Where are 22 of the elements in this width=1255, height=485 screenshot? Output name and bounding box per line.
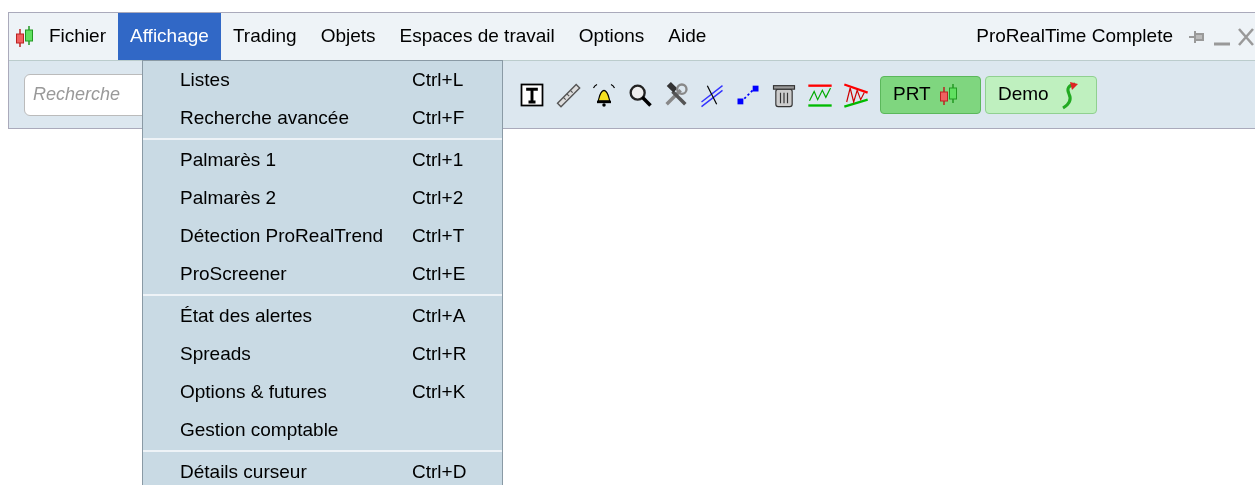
- close-icon[interactable]: [1237, 26, 1255, 47]
- menu-item[interactable]: ProScreener Ctrl+E: [143, 255, 502, 293]
- app-logo-icon: [15, 24, 35, 49]
- menu-item[interactable]: Options & futures Ctrl+K: [143, 373, 502, 411]
- menu-item[interactable]: Détection ProRealTrend Ctrl+T: [143, 217, 502, 255]
- menu-title[interactable]: Aide: [656, 13, 719, 60]
- menu-item[interactable]: Palmarès 2 Ctrl+2: [143, 179, 502, 217]
- menu-item[interactable]: État des alertes Ctrl+A: [143, 297, 502, 335]
- menu-item[interactable]: Spreads Ctrl+R: [143, 335, 502, 373]
- demo-button[interactable]: Demo: [985, 75, 1097, 114]
- menu-title[interactable]: Options: [566, 13, 657, 60]
- menu-title[interactable]: Fichier: [37, 13, 118, 60]
- menu-item[interactable]: Détails curseur Ctrl+D: [143, 453, 502, 485]
- prt-button[interactable]: PRT: [880, 75, 981, 114]
- menu-title[interactable]: Objets: [308, 13, 388, 60]
- menu-item[interactable]: Gestion comptable: [143, 411, 502, 449]
- window-title: ProRealTime Complete: [976, 24, 1173, 49]
- menu-title[interactable]: Espaces de travail: [387, 13, 567, 60]
- menu-item[interactable]: Palmarès 1 Ctrl+1: [143, 141, 502, 179]
- candlestick-icon: [938, 82, 959, 107]
- menu-title[interactable]: Affichage: [118, 13, 221, 60]
- menu-title[interactable]: Trading: [220, 13, 309, 60]
